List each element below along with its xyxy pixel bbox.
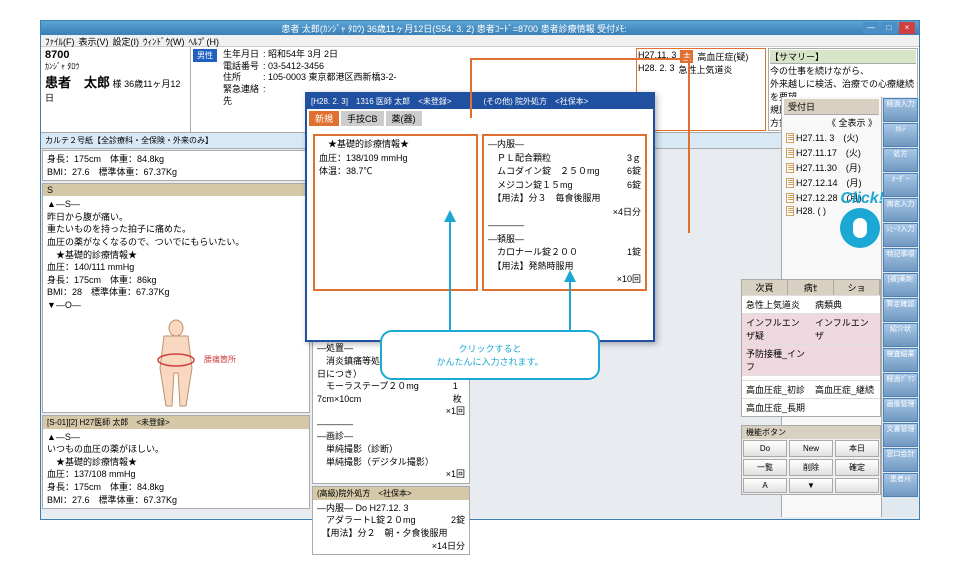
sidebar-button[interactable]: ｵｰﾀﾞｰ [883,173,918,197]
page-icon [786,133,794,143]
arrow-icon [560,270,580,330]
btn-do[interactable]: Do [743,440,787,457]
menu-help[interactable]: ﾍﾙﾌﾟ(H) [189,35,220,46]
sidebar-button[interactable]: 算定確認 [883,298,918,322]
menubar: ﾌｧｲﾙ(F) 表示(V) 設定(I) ｳｨﾝﾄﾞｳ(W) ﾍﾙﾌﾟ(H) [41,35,919,47]
sidebar-button[interactable]: [複]薬剤 [883,273,918,297]
arrow-icon [440,210,460,330]
btn-blank[interactable] [835,478,879,493]
sidebar-button[interactable]: 窓口会計 [883,448,918,472]
maximize-button[interactable]: □ [881,22,897,34]
page-icon [786,163,794,173]
soap-column: 身長：175cm 体重：84.8kg BMI：27.6 標準体重：67.37Kg… [41,149,311,581]
patient-id-box: 8700 ｶﾝｼﾞｬ ﾀﾛｳ 患者 太郎 様 36歳11ヶ月12日 [41,47,191,132]
sidebar-button[interactable]: 経過入力 [883,98,918,122]
annotation-line [688,58,690,233]
visit-item[interactable]: H27.11.17 (火) [784,145,879,160]
btn-confirm[interactable]: 確定 [835,459,879,476]
popup-tab-3[interactable]: 薬(器) [386,111,422,126]
btn-a[interactable]: A [743,478,787,493]
callout-bubble: クリックすると かんたんに入力されます。 [380,330,600,380]
body-annotation: 腰痛箇所 [204,354,236,365]
btn-list[interactable]: 一覧 [743,459,787,476]
annotation-line [470,58,472,118]
soap2-body: ▲—S—いつもの血圧の薬がほしい。 ★基礎的診療情報★血圧：137/108 mm… [43,429,309,509]
honorific: 様 [113,79,122,89]
page-icon [786,178,794,188]
titlebar: 患者 太郎(ｶﾝｼﾞｬ ﾀﾛｳ) 36歳11ヶ月12日(S54. 3. 2) 患… [41,21,919,35]
title-text: 患者 太郎(ｶﾝｼﾞｬ ﾀﾛｳ) 36歳11ヶ月12日(S54. 3. 2) 患… [45,22,863,35]
diag-active[interactable]: 急性上気道炎 [742,296,811,313]
sidebar-button[interactable]: 文書管理 [883,423,918,447]
menu-file[interactable]: ﾌｧｲﾙ(F) [45,35,75,46]
page-icon [786,148,794,158]
patient-kana: ｶﾝｼﾞｬ ﾀﾛｳ [45,61,186,72]
menu-view[interactable]: 表示(V) [79,35,109,46]
sidebar-button[interactable]: 処方 [883,148,918,172]
visit-item[interactable]: H27.11.30 (月) [784,160,879,175]
page-icon [786,206,794,216]
function-buttons: 機能ボタン Do New 本日 一覧 削除 確定 A ▼ [741,425,881,495]
rx2-body: —内服— Do H27.12. 3 アダラートL錠２０mg2錠 【用法】分２ 朝… [313,500,469,554]
patient-id: 8700 [45,49,186,61]
patient-name: 患者 太郎 [45,75,110,90]
diag-tab-2[interactable]: 病ｾ [788,280,834,295]
diagnosis-panel: 次頁 病ｾ ショ 急性上気道炎病類典 インフルエンザ疑インフルエンザ予防接種_イ… [741,279,881,417]
soap1-header: S [43,184,309,196]
sidebar-button[interactable]: ｶﾙﾃ [883,123,918,147]
sidebar-buttons: 経過入力ｶﾙﾃ処方ｵｰﾀﾞｰ病名入力ｼｪｰﾏ入力特記事項[複]薬剤算定確認紹介状… [881,97,919,517]
sidebar-button[interactable]: 特記事項 [883,248,918,272]
menu-settings[interactable]: 設定(I) [113,35,140,46]
soap1-body: ▲—S—昨日から腹が痛い。重たいものを持った拍子に痛めた。血圧の薬がなくなるので… [43,196,309,313]
body-figure: 腰痛箇所 [136,318,216,408]
diag-tab-1[interactable]: 次頁 [742,280,788,295]
minimize-button[interactable]: — [863,22,879,34]
visit-item[interactable]: H27.11. 3 (火) [784,130,879,145]
page-icon [786,193,794,203]
popup-tab-2[interactable]: 手技CB [341,111,384,126]
btn-down[interactable]: ▼ [789,478,833,493]
sidebar-button[interactable]: 画像管理 [883,398,918,422]
btn-delete[interactable]: 削除 [789,459,833,476]
annotation-line [470,58,690,60]
visit-item[interactable]: H27.12.14 (月) [784,175,879,190]
sex-tag: 男性 [193,49,217,62]
btn-today[interactable]: 本日 [835,440,879,457]
sidebar-button[interactable]: 紹介状 [883,323,918,347]
btn-new[interactable]: New [789,440,833,457]
diag-tab-3[interactable]: ショ [834,280,880,295]
popup-tab-new[interactable]: 新規 [309,111,339,126]
rx-panel-2: (高級)院外処方 <社保本> —内服— Do H27.12. 3 アダラートL錠… [312,486,470,555]
soap-panel-1: S ▲—S—昨日から腹が痛い。重たいものを持った拍子に痛めた。血圧の薬がなくなる… [42,183,310,412]
close-button[interactable]: × [899,22,915,34]
popup-rx: —内服— ＰＬ配合顆粒3ｇ ムコダイン錠 ２５０mg6錠 メジコン錠１５mg6錠… [482,134,647,291]
soap2-header: [S-01][2] H27医師 太郎 <未登録> [43,416,309,429]
soap-panel-2: [S-01][2] H27医師 太郎 <未登録> ▲—S—いつもの血圧の薬がほし… [42,415,310,510]
mouse-icon [840,208,880,248]
sidebar-button[interactable]: 経過ｸﾞﾗﾌ [883,373,918,397]
click-badge: Click! [840,190,884,248]
sidebar-button[interactable]: 病名入力 [883,198,918,222]
menu-window[interactable]: ｳｨﾝﾄﾞｳ(W) [143,35,185,46]
popup-header: [H28. 2. 3] 1316 医師 太郎 <未登録> (その他) 院外処方 … [307,94,653,109]
soap-top: 身長：175cm 体重：84.8kg BMI：27.6 標準体重：67.37Kg [42,150,310,181]
order-popup: [H28. 2. 3] 1316 医師 太郎 <未登録> (その他) 院外処方 … [305,92,655,342]
sidebar-button[interactable]: 検査結果 [883,348,918,372]
sidebar-button[interactable]: 患者ﾒﾓ [883,473,918,497]
sidebar-button[interactable]: ｼｪｰﾏ入力 [883,223,918,247]
show-all-link[interactable]: 《 全表示 》 [784,115,879,130]
